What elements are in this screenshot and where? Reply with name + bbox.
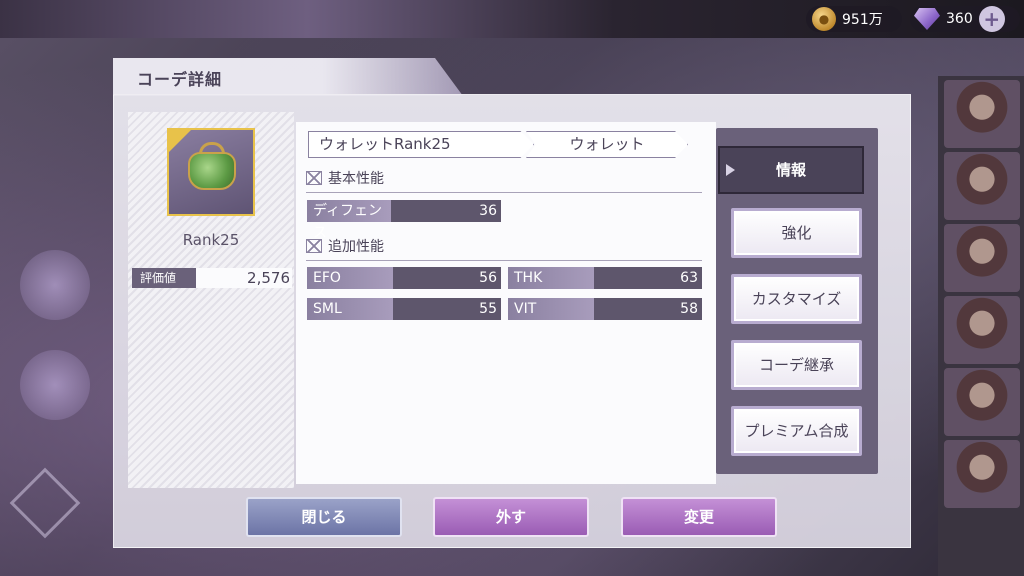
extra-stats-heading: 追加性能 <box>306 236 384 256</box>
wallet-icon <box>188 152 236 190</box>
stat-vit: VIT 58 <box>508 298 702 320</box>
dialog-title: コーデ詳細 <box>137 70 223 89</box>
stat-defense: ディフェンス 36 <box>307 200 501 241</box>
item-rank: Rank25 <box>182 231 240 249</box>
item-name: ウォレットRank25 <box>308 131 534 158</box>
stat-value: 36 <box>479 203 497 219</box>
background-blurred-icon <box>20 350 90 420</box>
coin-counter: ● 951万 <box>806 6 902 32</box>
stat-label: THK <box>508 267 594 289</box>
score-label: 評価値 <box>132 268 196 288</box>
background-portrait-thumb <box>944 80 1020 148</box>
item-thumbnail[interactable] <box>167 128 255 216</box>
gem-icon <box>914 8 940 30</box>
stat-sml: SML 55 <box>307 298 501 320</box>
section-divider <box>306 192 702 193</box>
background-blurred-icon <box>20 250 90 320</box>
coin-amount: 951万 <box>842 12 883 28</box>
ribbon-icon <box>306 171 322 185</box>
basic-stats-heading-text: 基本性能 <box>328 171 384 187</box>
background-portrait-thumb <box>944 224 1020 292</box>
stat-label: ディフェンス <box>307 200 391 241</box>
basic-stats-heading: 基本性能 <box>306 168 384 188</box>
menu-item-inherit[interactable]: コーデ継承 <box>731 340 862 390</box>
stat-value: 56 <box>479 270 497 286</box>
change-button[interactable]: 変更 <box>621 497 777 537</box>
stat-efo: EFO 56 <box>307 267 501 289</box>
stat-value: 58 <box>680 301 698 317</box>
menu-item-premium-synthesis[interactable]: プレミアム合成 <box>731 406 862 456</box>
item-category: ウォレット <box>526 131 688 158</box>
background-portrait-thumb <box>944 152 1020 220</box>
stat-label: SML <box>307 298 393 320</box>
gem-amount: 360 <box>946 11 973 27</box>
coin-icon: ● <box>812 7 836 31</box>
gem-counter: 360 + <box>910 6 1020 32</box>
background-portrait-thumb <box>944 296 1020 364</box>
extra-stats-heading-text: 追加性能 <box>328 239 384 255</box>
stat-label: VIT <box>508 298 594 320</box>
stat-label: EFO <box>307 267 393 289</box>
score-value: 2,576 <box>247 269 290 287</box>
background-portrait-thumb <box>944 368 1020 436</box>
stat-thk: THK 63 <box>508 267 702 289</box>
rarity-corner-badge <box>169 130 191 152</box>
remove-button[interactable]: 外す <box>433 497 589 537</box>
menu-item-customize[interactable]: カスタマイズ <box>731 274 862 324</box>
close-button[interactable]: 閉じる <box>246 497 402 537</box>
menu-item-info[interactable]: 情報 <box>718 146 864 194</box>
stat-value: 63 <box>680 270 698 286</box>
section-divider <box>306 260 702 261</box>
background-portrait-thumb <box>944 440 1020 508</box>
ribbon-icon <box>306 239 322 253</box>
add-gems-plus-icon[interactable]: + <box>978 6 1005 32</box>
score-row: 評価値 2,576 <box>132 268 292 288</box>
stat-value: 55 <box>479 301 497 317</box>
menu-item-enhance[interactable]: 強化 <box>731 208 862 258</box>
